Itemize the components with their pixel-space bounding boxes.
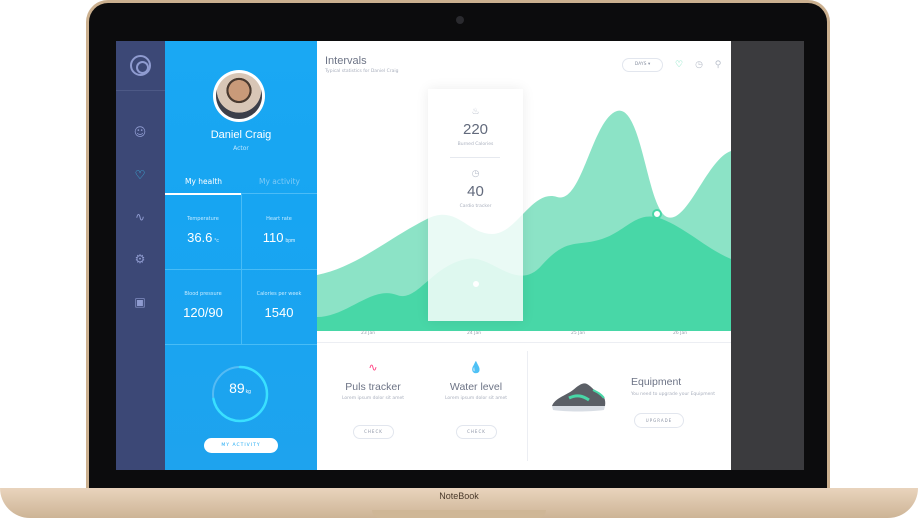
card-divider: [450, 157, 500, 158]
check-button[interactable]: CHECK: [353, 425, 394, 439]
x-axis-label: 24 Jan: [467, 331, 482, 336]
activity-icon[interactable]: ∿: [132, 209, 148, 225]
calories-label: Burned Calories: [457, 142, 494, 147]
stat-calories: Calories per week 1540: [241, 269, 317, 344]
tracker-name: Puls tracker: [345, 381, 401, 393]
stat-label: Calories per week: [256, 291, 302, 297]
cardio-value: 40: [467, 183, 484, 200]
sidebar-divider: [116, 90, 165, 91]
section-divider: [317, 342, 731, 343]
dark-side-panel: [731, 41, 804, 470]
chart-point[interactable]: [652, 209, 662, 219]
stats-card: ♨ 220 Burned Calories ◷ 40 Cardio tracke…: [428, 89, 523, 321]
card-divider: [527, 351, 528, 461]
grid-divider: [165, 344, 317, 345]
weight-value: 89kg: [229, 380, 251, 396]
stat-value: 36.6 °c: [187, 230, 219, 245]
stat-temperature: Temperature 36.6 °c: [165, 194, 241, 269]
tracker-desc: Lorem ipsum dolor sit amet: [445, 396, 507, 401]
water-drop-icon: 💧: [469, 361, 483, 374]
icon-sidebar: ☺ ♡ ∿ ⚙ ▣: [116, 41, 165, 470]
clock-icon[interactable]: ◷: [693, 59, 705, 71]
heart-icon[interactable]: ♡: [132, 167, 148, 183]
stat-value: 120/90: [183, 305, 223, 320]
stat-label: Blood pressure: [184, 291, 222, 297]
upgrade-button[interactable]: UPGRADE: [634, 413, 684, 428]
stat-value: 110 bpm: [262, 230, 296, 245]
water-level-card: 💧 Water level Lorem ipsum dolor sit amet: [426, 361, 526, 401]
briefcase-icon[interactable]: ▣: [132, 294, 148, 310]
page-title: Intervals: [325, 55, 367, 67]
pulse-icon: ∿: [368, 361, 378, 374]
stat-heart-rate: Heart rate 110 bpm: [241, 194, 317, 269]
x-axis-label: 25 Jan: [571, 331, 586, 336]
flame-icon: ♨: [471, 107, 480, 117]
brand-label: NoteBook: [439, 491, 479, 501]
cardio-label: Cardio tracker: [459, 204, 492, 209]
camera: [456, 16, 464, 24]
page-subtitle: Typical statistics for Daniel Craig: [325, 69, 399, 74]
clock-icon: ◷: [471, 169, 480, 179]
calories-value: 220: [462, 121, 489, 138]
heart-icon[interactable]: ♡: [673, 59, 685, 71]
avatar: [213, 70, 265, 122]
stat-label: Heart rate: [266, 216, 292, 222]
sneaker-image: [552, 383, 606, 412]
stat-label: Temperature: [187, 216, 219, 222]
location-icon[interactable]: ⚲: [712, 59, 724, 71]
settings-icon[interactable]: ⚙: [132, 251, 148, 267]
equipment-title: Equipment: [631, 376, 682, 388]
puls-tracker-card: ∿ Puls tracker Lorem ipsum dolor sit ame…: [323, 361, 423, 401]
laptop-notch: [372, 510, 546, 518]
profile-name: Daniel Craig: [210, 129, 272, 141]
stat-value: 1540: [264, 305, 294, 320]
x-axis-label: 23 Jan: [361, 331, 376, 336]
days-select[interactable]: DAYS ▾: [622, 58, 663, 72]
tab-my-activity[interactable]: My activity: [259, 177, 300, 186]
x-axis-label: 26 Jan: [673, 331, 688, 336]
tracker-name: Water level: [449, 381, 503, 393]
stat-blood-pressure: Blood pressure 120/90: [165, 269, 241, 344]
logo-icon[interactable]: [130, 55, 151, 76]
tracker-desc: Lorem ipsum dolor sit amet: [342, 396, 404, 401]
tab-my-health[interactable]: My health: [185, 177, 222, 186]
user-icon[interactable]: ☺: [132, 124, 148, 140]
main-panel: Intervals Typical statistics for Daniel …: [317, 41, 731, 470]
interval-chart: [317, 110, 731, 332]
profile-role: Actor: [233, 145, 249, 152]
equipment-desc: You need to upgrade your Equipment: [631, 392, 716, 397]
profile-panel: Daniel Craig Actor My health My activity…: [165, 41, 317, 470]
check-button[interactable]: CHECK: [456, 425, 497, 439]
profile-tabs: My health My activity: [165, 170, 317, 194]
my-activity-button[interactable]: MY ACTIVITY: [204, 438, 278, 453]
screen: ☺ ♡ ∿ ⚙ ▣ Daniel Craig Actor My health M…: [116, 41, 804, 470]
